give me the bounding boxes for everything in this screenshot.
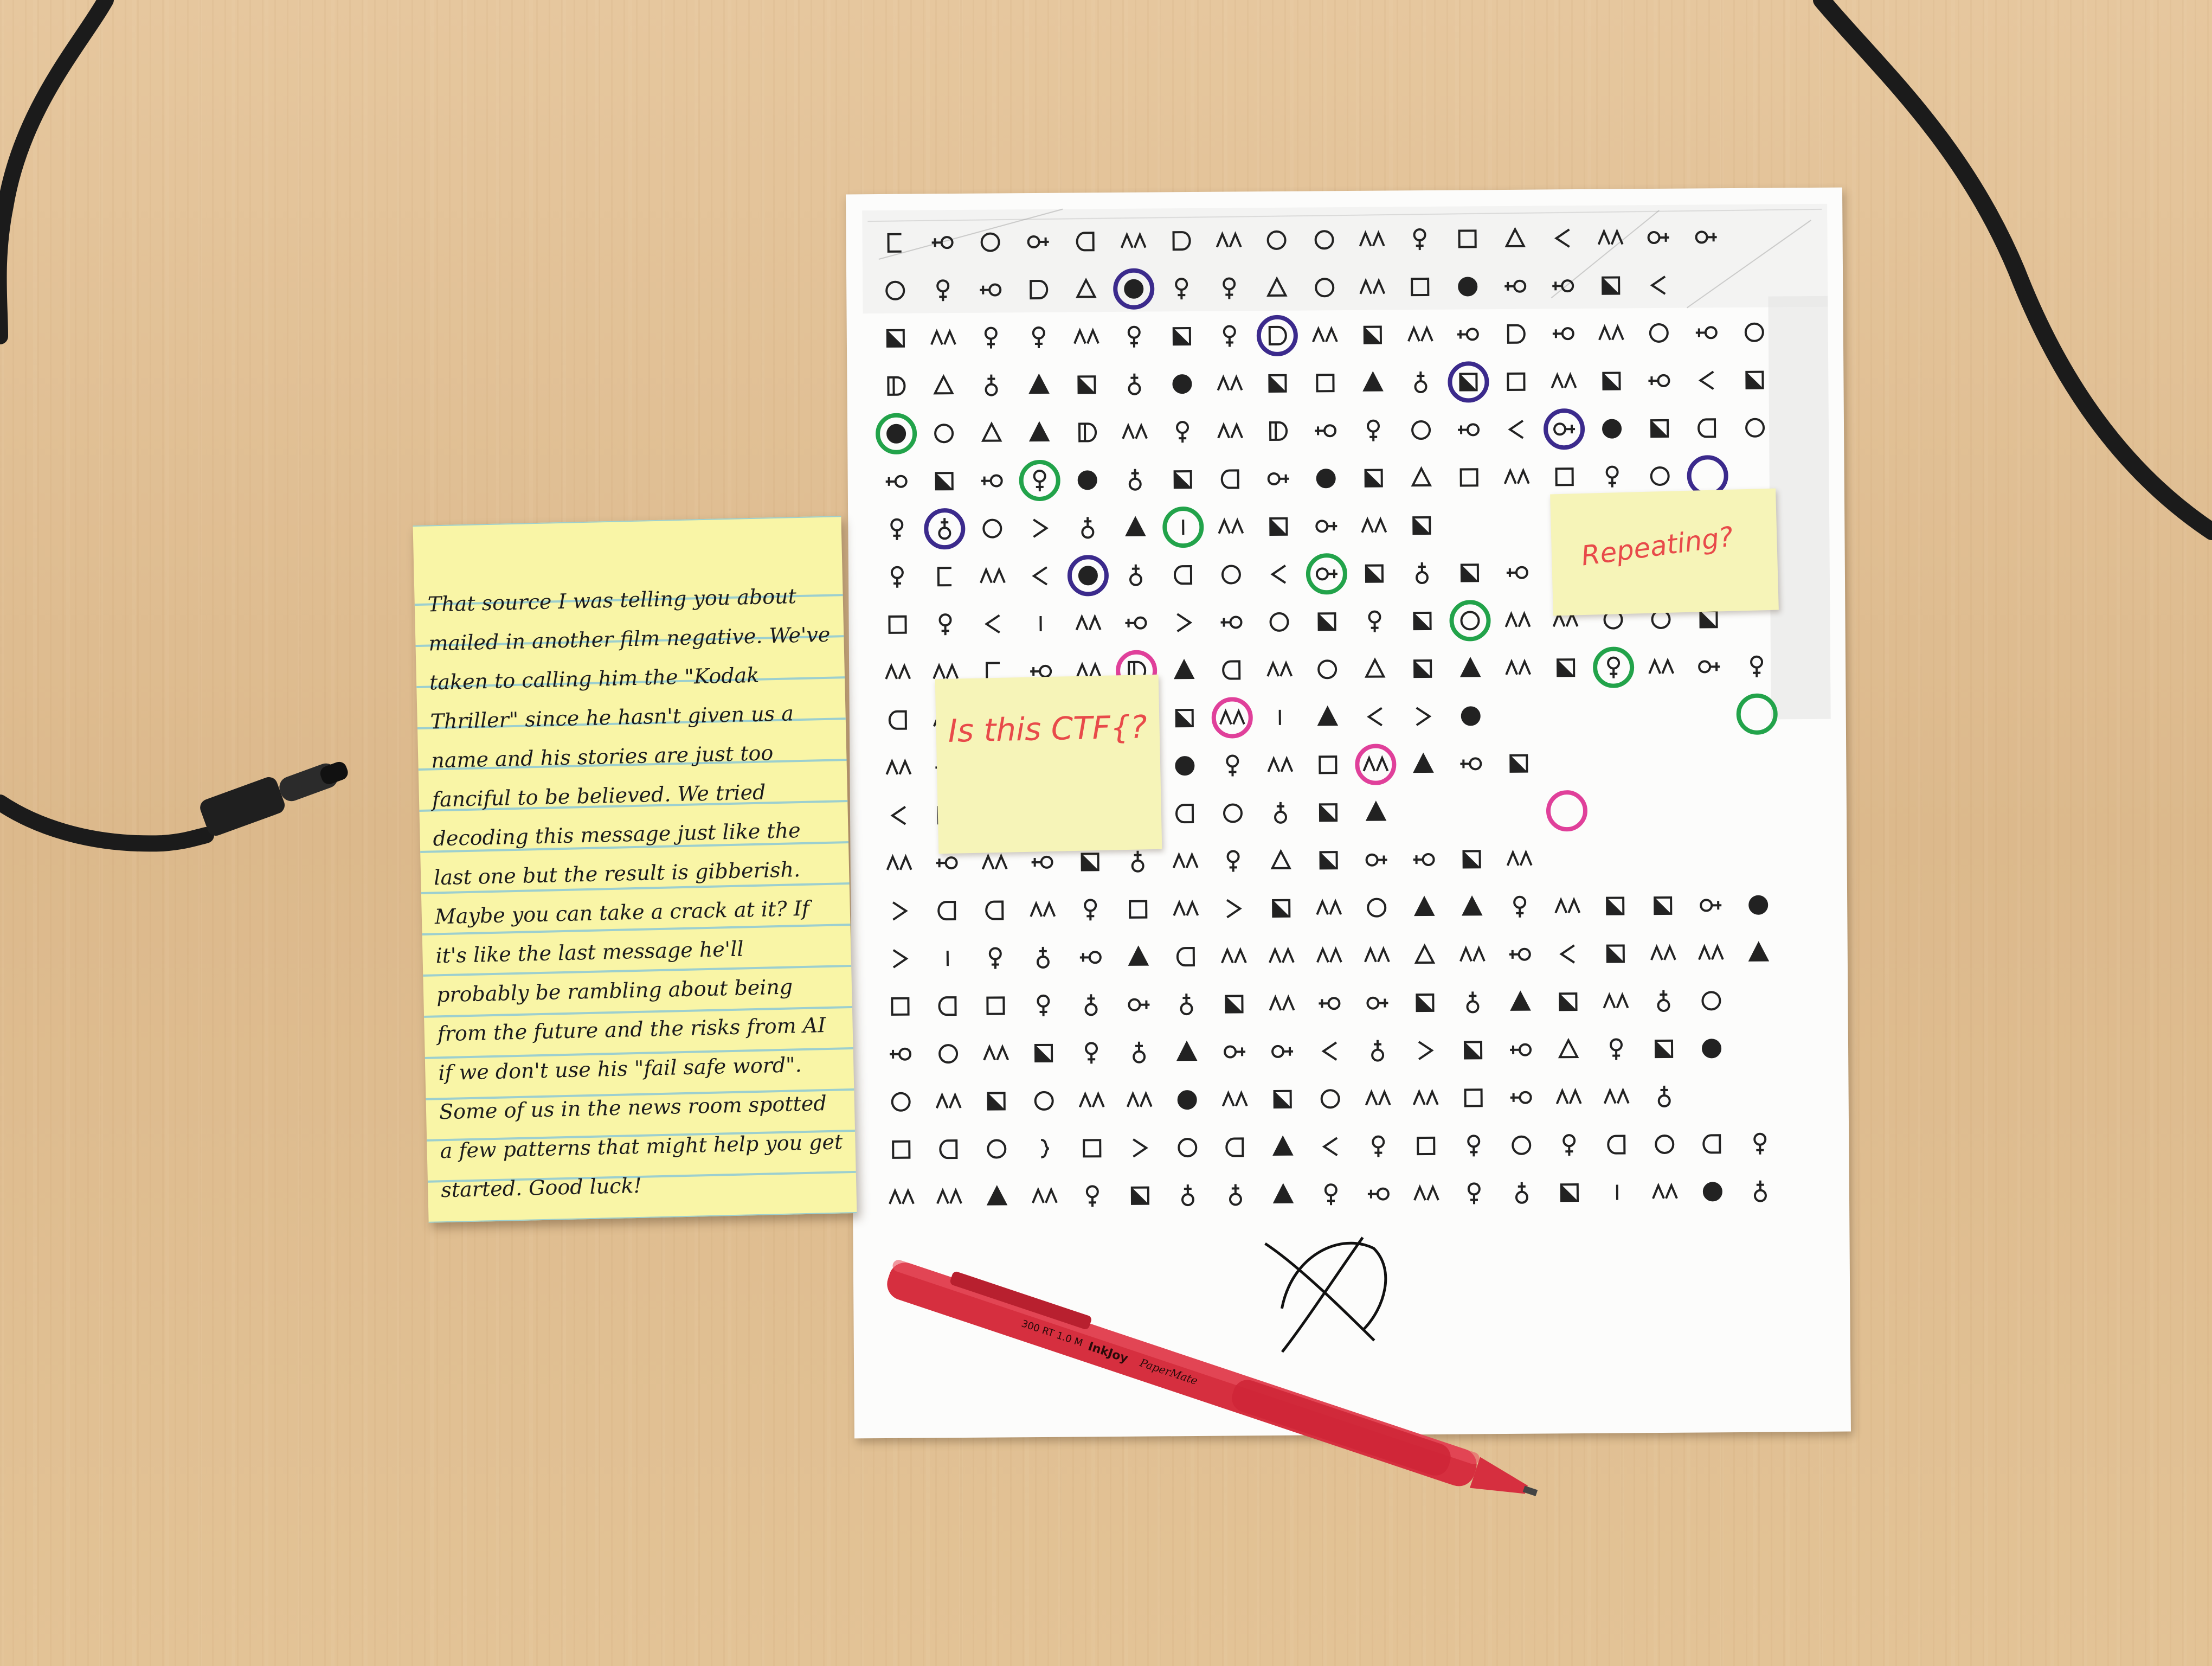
red-pen: 300 RT 1.0 M InkJoy PaperMate <box>887 1260 1538 1496</box>
